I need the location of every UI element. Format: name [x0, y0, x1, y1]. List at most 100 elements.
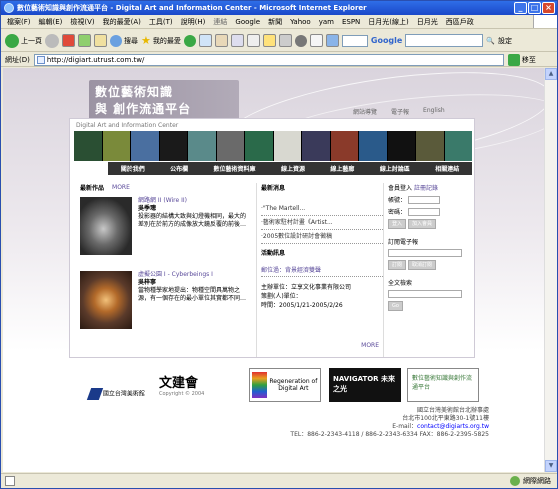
- platform-logo[interactable]: 數位藝術知識與創作流通平台: [407, 368, 479, 402]
- media-button[interactable]: [183, 34, 196, 47]
- refresh-button[interactable]: [78, 34, 91, 47]
- regeneration-logo[interactable]: Regeneration of Digital Art: [249, 368, 321, 402]
- go-button[interactable]: 移至: [507, 53, 536, 66]
- vertical-scrollbar[interactable]: ▲ ▼: [544, 68, 557, 472]
- work-title[interactable]: 虛擬公園 I - Cyberbeings I: [138, 271, 246, 279]
- star-icon: ★: [141, 34, 151, 47]
- work-description: 當物種學家地提出：物種空間具萬物之源，有一個存在的最小單位其實都不同…: [138, 287, 247, 302]
- window-title: 數位藝術知識與創作流通平台 - Digital Art and Informat…: [17, 4, 367, 12]
- nav-about[interactable]: 關於我們: [121, 164, 145, 173]
- close-button[interactable]: ×: [542, 2, 555, 14]
- research-button[interactable]: [294, 34, 307, 47]
- newsletter-link[interactable]: 電子報: [391, 107, 409, 116]
- google-search-input[interactable]: [405, 34, 484, 47]
- mail-button[interactable]: [214, 34, 228, 47]
- menu-help[interactable]: 說明(H): [181, 15, 206, 28]
- password-input[interactable]: [408, 207, 441, 216]
- news-item[interactable]: ‧"The Martell...: [261, 202, 383, 216]
- news-item[interactable]: ‧藝術家駐村計畫《Artist...: [261, 216, 383, 230]
- nav-bulletin[interactable]: 公布欄: [170, 164, 188, 173]
- link-yahoo[interactable]: Yahoo: [290, 15, 311, 28]
- print-button[interactable]: [230, 34, 244, 47]
- new-works-title: 最新作品: [80, 185, 105, 192]
- cca-logo[interactable]: 文建會 Copyright © 2004: [159, 368, 229, 402]
- scroll-down-icon[interactable]: ▼: [545, 460, 557, 472]
- favorites-button[interactable]: ★ 我的最愛: [141, 34, 181, 47]
- home-button[interactable]: [94, 34, 107, 47]
- work-thumbnail[interactable]: [80, 271, 132, 329]
- navigator-logo[interactable]: NAVIGATOR 未來之光: [329, 368, 401, 402]
- search-title: 全文檢索: [388, 280, 413, 287]
- link-news[interactable]: 新聞: [268, 15, 282, 28]
- link-espn[interactable]: ESPN: [342, 15, 360, 28]
- banner-image-strip: [74, 131, 472, 161]
- edit-button[interactable]: [246, 34, 260, 47]
- activity-headline[interactable]: 郵位過：背景經濟雙聲: [261, 265, 383, 277]
- link-ase[interactable]: 日月光: [417, 15, 438, 28]
- search-input[interactable]: [388, 290, 462, 298]
- sponsor-logos: 國立台灣美術館 文建會 Copyright © 2004 Regeneratio…: [86, 368, 479, 406]
- forward-button[interactable]: [45, 33, 59, 48]
- newsletter-form: 訂閱電子報 訂閱 取消訂閱: [388, 237, 472, 270]
- fulltext-search-form: 全文檢索 Go: [388, 278, 472, 311]
- nav-links[interactable]: 相關連結: [435, 164, 459, 173]
- scroll-up-icon[interactable]: ▲: [545, 68, 557, 80]
- stop-button[interactable]: [62, 34, 75, 47]
- toolbar: 上一頁 搜尋 ★ 我的最愛 Google 🔍 設定: [1, 30, 557, 52]
- newsletter-email-input[interactable]: [388, 249, 462, 257]
- address-input[interactable]: http://digiart.utrust.com.tw/: [33, 53, 504, 66]
- english-link[interactable]: English: [423, 107, 445, 116]
- link-google[interactable]: Google: [235, 15, 260, 28]
- browser-window: 數位藝術知識與創作流通平台 - Digital Art and Informat…: [0, 0, 558, 489]
- discuss-button[interactable]: [262, 34, 276, 47]
- menu-view[interactable]: 檢視(V): [70, 15, 94, 28]
- site-footer: 國立台灣美術館台北辦事處 台北市100北平東路30-1號11樓 E-mail：c…: [253, 407, 489, 439]
- subscribe-button[interactable]: 訂閱: [388, 260, 407, 270]
- windows-logo: [533, 15, 557, 28]
- news-section: 最新消息 ‧"The Martell... ‧藝術家駐村計畫《Artist...…: [256, 183, 384, 357]
- back-button[interactable]: 上一頁: [5, 33, 42, 48]
- sitemap-link[interactable]: 網站導覽: [353, 107, 377, 116]
- nav-gallery[interactable]: 線上藝廊: [330, 164, 354, 173]
- settings-button[interactable]: 設定: [498, 36, 512, 46]
- translate-button[interactable]: [309, 34, 323, 47]
- link-yam[interactable]: yam: [319, 15, 334, 28]
- messenger-button[interactable]: [278, 34, 292, 47]
- nav-resources[interactable]: 線上資源: [281, 164, 305, 173]
- menu-tools[interactable]: 工具(T): [149, 15, 173, 28]
- toolbar-input[interactable]: [341, 34, 368, 47]
- menu-edit[interactable]: 編輯(E): [39, 15, 63, 28]
- site-logo[interactable]: 數位藝術知識 與 創作流通平台: [89, 80, 239, 122]
- footer-email-link[interactable]: contact@digiarts.org.tw: [417, 423, 489, 430]
- google-search-button[interactable]: 🔍: [486, 37, 495, 45]
- work-title[interactable]: 網路網 II (Wire II): [138, 197, 246, 205]
- login-button[interactable]: 登入: [388, 219, 407, 229]
- ntmofa-logo[interactable]: 國立台灣美術館: [86, 368, 153, 402]
- nav-forum[interactable]: 線上討論區: [380, 164, 410, 173]
- work-author: 吳梓寧: [138, 279, 157, 286]
- minimize-button[interactable]: _: [514, 2, 527, 14]
- join-button[interactable]: 加入會員: [408, 219, 437, 229]
- news-item[interactable]: ‧2005數位設計研討會徵稿: [261, 230, 383, 244]
- account-input[interactable]: [408, 195, 441, 204]
- address-label: 網址(D): [5, 55, 30, 64]
- skype-button[interactable]: [325, 34, 339, 47]
- footer-address: 台北市100北平東路30-1號11樓: [402, 415, 489, 422]
- unsubscribe-button[interactable]: 取消訂閱: [408, 260, 437, 270]
- maximize-button[interactable]: □: [528, 2, 541, 14]
- search-button[interactable]: 搜尋: [110, 34, 138, 47]
- link-west-district[interactable]: 西區戶政: [446, 15, 474, 28]
- search-go-button[interactable]: Go: [388, 301, 403, 311]
- activity-details: 主辦單位：立享文化事業有限公司 策劃(人)單位： 時間：2005/1/21-20…: [261, 284, 352, 309]
- register-link[interactable]: 註冊記錄: [414, 185, 438, 192]
- menu-file[interactable]: 檔案(F): [7, 15, 31, 28]
- menu-favorites[interactable]: 我的最愛(A): [103, 15, 141, 28]
- work-thumbnail[interactable]: [80, 197, 132, 255]
- link-ase-online[interactable]: 日月光(線上): [368, 15, 408, 28]
- links-label: 連結: [213, 18, 228, 26]
- account-label: 帳號：: [388, 197, 407, 204]
- history-button[interactable]: [198, 34, 212, 47]
- activity-more-link[interactable]: MORE: [361, 342, 379, 349]
- new-works-more-link[interactable]: MORE: [112, 184, 130, 191]
- nav-database[interactable]: 數位藝術資料庫: [214, 164, 256, 173]
